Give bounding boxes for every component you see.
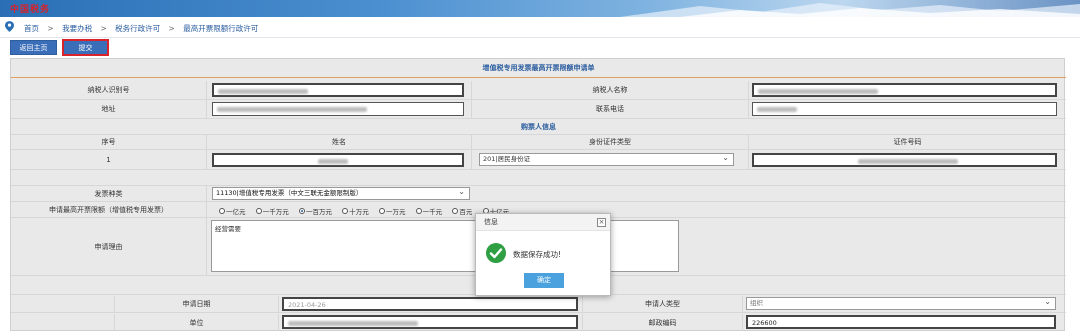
limit-option-2[interactable]: 一千万元 xyxy=(255,206,289,216)
address-row: 地址 联系电话 xyxy=(11,100,1066,119)
id-type-select[interactable]: 201|居民身份证 xyxy=(479,152,734,166)
apply-date-input[interactable]: 2021-04-26 xyxy=(282,297,578,311)
breadcrumb-current: 最高开票限额行政许可 xyxy=(183,24,259,33)
breadcrumb-separator: > xyxy=(168,24,175,33)
invoice-type-row: 发票种类 11130|增值税专用发票（中文三联无金额限制版） xyxy=(11,186,1066,202)
taxpayer-id-input[interactable] xyxy=(212,83,464,97)
submit-button[interactable]: 提交 xyxy=(62,39,109,56)
limit-option-1[interactable]: 一亿元 xyxy=(219,206,246,216)
radio-icon xyxy=(219,208,225,214)
location-pin-icon xyxy=(5,21,14,32)
return-home-button[interactable]: 返回主页 xyxy=(10,40,57,55)
limit-option-7[interactable]: 百元 xyxy=(452,206,472,216)
radio-icon xyxy=(342,208,349,214)
buyer-name-input[interactable] xyxy=(212,153,464,167)
radio-icon xyxy=(415,208,422,214)
limit-option-5[interactable]: 一万元 xyxy=(378,206,405,216)
mountain-decoration xyxy=(620,3,1080,17)
unit-label: 单位 xyxy=(115,314,279,331)
reason-label: 申请理由 xyxy=(11,218,207,275)
breadcrumb-separator: > xyxy=(47,24,54,33)
apply-date-label: 申请日期 xyxy=(115,296,279,312)
form-title: 增值税专用发票最高开票限额申请单 xyxy=(482,64,595,72)
limit-label: 申请最高开票限额（增值税专用发票） xyxy=(11,202,207,217)
site-logo[interactable]: 中国税务 xyxy=(10,2,50,15)
invoice-type-label: 发票种类 xyxy=(11,186,207,201)
unit-row: 单位 邮政编码 226600 xyxy=(11,314,1066,331)
postcode-label: 邮政编码 xyxy=(583,314,743,331)
dialog-message: 数据保存成功! xyxy=(513,250,562,259)
radio-icon xyxy=(255,208,262,214)
buyer-index: 1 xyxy=(11,150,207,169)
col-name: 姓名 xyxy=(207,135,472,149)
breadcrumb-separator: > xyxy=(100,24,107,33)
limit-radio-group: 一亿元 一千万元 一百万元 十万元 一万元 一千元 百元 十亿元 xyxy=(219,206,517,216)
taxpayer-row: 纳税人识别号 纳税人名称 xyxy=(11,81,1066,100)
success-check-icon xyxy=(486,243,506,263)
limit-option-4[interactable]: 十万元 xyxy=(342,206,369,216)
toolbar: 返回主页 提交 xyxy=(0,38,1080,57)
applicant-type-label: 申请人类型 xyxy=(583,296,743,312)
spacer-row xyxy=(11,170,1066,186)
apply-date-row: 申请日期 2021-04-26 申请人类型 组织 xyxy=(11,296,1066,313)
top-banner: 中国税务 xyxy=(0,0,1080,17)
breadcrumb-admin-license[interactable]: 税务行政许可 xyxy=(115,24,160,33)
address-input[interactable] xyxy=(212,102,464,116)
breadcrumb: 首页 > 我要办税 > 税务行政许可 > 最高开票限额行政许可 xyxy=(0,17,1080,38)
breadcrumb-tax-services[interactable]: 我要办税 xyxy=(62,24,92,33)
postcode-input[interactable]: 226600 xyxy=(746,315,1056,329)
info-dialog: 信息 × 数据保存成功! 确定 xyxy=(475,213,611,296)
applicant-type-select[interactable]: 组织 xyxy=(746,296,1056,310)
phone-input[interactable] xyxy=(752,102,1057,116)
confirm-button[interactable]: 确定 xyxy=(524,273,564,288)
dialog-title: 信息 xyxy=(476,214,610,231)
phone-label: 联系电话 xyxy=(472,100,749,118)
address-label: 地址 xyxy=(11,100,207,118)
limit-option-3[interactable]: 一百万元 xyxy=(298,206,332,216)
form-title-row: 增值税专用发票最高开票限额申请单 xyxy=(11,59,1066,78)
limit-option-6[interactable]: 一千元 xyxy=(415,206,442,216)
taxpayer-name-label: 纳税人名称 xyxy=(472,81,749,99)
close-icon[interactable]: × xyxy=(597,218,606,227)
unit-input[interactable] xyxy=(282,315,578,329)
buyer-header-row: 序号 姓名 身份证件类型 证件号码 xyxy=(11,135,1066,150)
col-id-number: 证件号码 xyxy=(893,138,922,146)
buyer-data-row: 1 201|居民身份证 xyxy=(11,150,1066,170)
taxpayer-name-input[interactable] xyxy=(752,83,1057,97)
radio-selected-icon xyxy=(298,208,305,214)
radio-icon xyxy=(452,208,459,214)
col-id-type: 身份证件类型 xyxy=(472,135,749,149)
breadcrumb-home[interactable]: 首页 xyxy=(24,24,39,33)
buyer-section-row: 购票人信息 xyxy=(11,119,1066,135)
id-number-input[interactable] xyxy=(752,153,1057,167)
invoice-type-select[interactable]: 11130|增值税专用发票（中文三联无金额限制版） xyxy=(212,186,470,200)
radio-icon xyxy=(378,208,385,214)
buyer-section-title: 购票人信息 xyxy=(521,122,556,131)
col-index: 序号 xyxy=(11,135,207,149)
taxpayer-id-label: 纳税人识别号 xyxy=(11,81,207,99)
